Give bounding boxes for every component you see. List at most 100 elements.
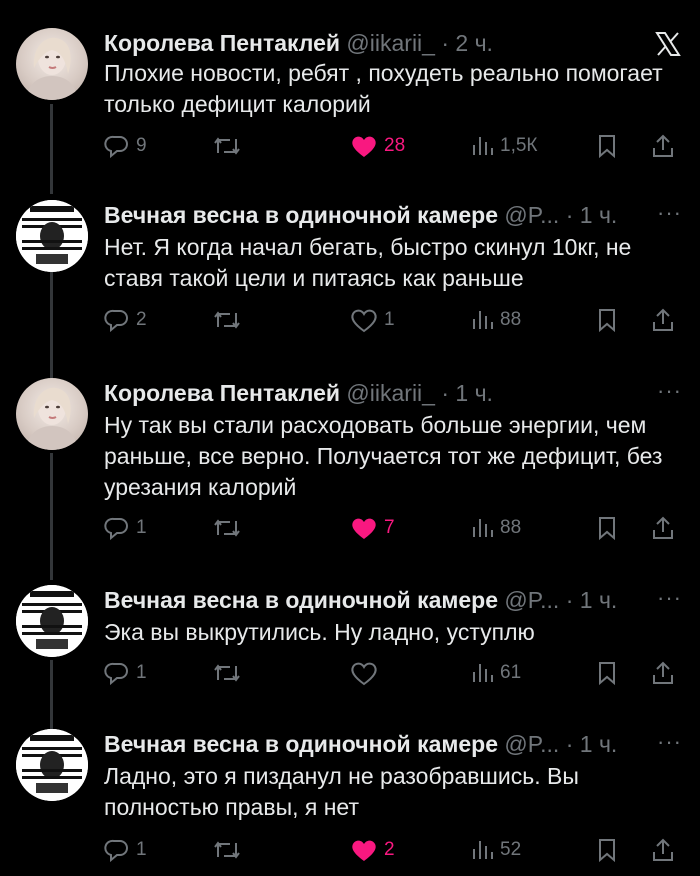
reply-icon xyxy=(104,309,128,333)
thread-line xyxy=(50,104,53,194)
reply-button[interactable]: 1 xyxy=(104,511,147,545)
author-handle[interactable]: @P... xyxy=(504,587,559,613)
share-button[interactable] xyxy=(650,511,676,545)
views-icon xyxy=(473,137,493,155)
avatar[interactable] xyxy=(16,200,88,272)
bookmark-icon xyxy=(599,662,615,686)
author-name[interactable]: Королева Пентаклей xyxy=(104,380,340,406)
retweet-icon xyxy=(214,841,240,859)
reply-icon xyxy=(104,135,128,159)
views-count: 1,5К xyxy=(500,135,538,156)
more-icon[interactable]: ··· xyxy=(657,200,682,226)
bookmark-button[interactable] xyxy=(596,833,618,867)
reply-count: 1 xyxy=(136,517,147,538)
heart-icon xyxy=(352,518,376,539)
views-count: 61 xyxy=(500,662,522,683)
like-button[interactable]: 7 xyxy=(350,511,395,545)
avatar[interactable] xyxy=(16,729,88,801)
tweet-text: Эка вы выкрутились. Ну ладно, уступлю xyxy=(104,619,535,645)
reply-button[interactable]: 9 xyxy=(104,129,147,163)
reply-count: 1 xyxy=(136,839,147,860)
reply-icon xyxy=(104,662,128,686)
share-button[interactable] xyxy=(650,303,676,337)
action-bar: 1 2 52 xyxy=(104,833,684,867)
thread-line xyxy=(50,272,53,380)
retweet-button[interactable] xyxy=(212,129,242,163)
views-icon xyxy=(473,519,493,537)
views-button[interactable]: 61 xyxy=(470,656,521,690)
bookmark-icon xyxy=(599,309,615,333)
timestamp[interactable]: · 1 ч. xyxy=(566,587,618,613)
author-name[interactable]: Королева Пентаклей xyxy=(104,30,340,56)
reply-button[interactable]: 2 xyxy=(104,303,147,337)
heart-icon xyxy=(351,662,377,686)
share-button[interactable] xyxy=(650,656,676,690)
more-icon[interactable]: ··· xyxy=(657,729,682,755)
reply-icon xyxy=(104,517,128,541)
heart-icon xyxy=(352,136,376,157)
author-handle[interactable]: @iikarii_ xyxy=(346,30,435,56)
retweet-icon xyxy=(214,664,240,682)
more-icon[interactable]: ··· xyxy=(657,378,682,404)
author-name[interactable]: Вечная весна в одиночной камере xyxy=(104,202,498,228)
like-button[interactable]: 28 xyxy=(350,129,405,163)
retweet-button[interactable] xyxy=(212,511,242,545)
share-button[interactable] xyxy=(650,833,676,867)
like-count: 28 xyxy=(384,135,406,156)
avatar[interactable] xyxy=(16,585,88,657)
timestamp[interactable]: · 1 ч. xyxy=(566,202,618,228)
retweet-button[interactable] xyxy=(212,833,242,867)
bookmark-button[interactable] xyxy=(596,656,618,690)
timestamp[interactable]: · 1 ч. xyxy=(566,731,618,757)
avatar[interactable] xyxy=(16,378,88,450)
reply-icon xyxy=(104,839,128,863)
views-count: 88 xyxy=(500,517,522,538)
like-count: 2 xyxy=(384,839,395,860)
views-button[interactable]: 88 xyxy=(470,511,521,545)
reply-button[interactable]: 1 xyxy=(104,656,147,690)
tweet-header: Вечная весна в одиночной камере @P... · … xyxy=(104,200,617,230)
reply-count: 1 xyxy=(136,662,147,683)
views-button[interactable]: 52 xyxy=(470,833,521,867)
views-button[interactable]: 88 xyxy=(470,303,521,337)
share-button[interactable] xyxy=(650,129,676,163)
bookmark-button[interactable] xyxy=(596,129,618,163)
tweet-text: Плохие новости, ребят , похудеть реально… xyxy=(104,60,663,117)
avatar[interactable] xyxy=(16,28,88,100)
bookmark-button[interactable] xyxy=(596,511,618,545)
tweet-header: Королева Пентаклей @iikarii_ · 2 ч. xyxy=(104,28,493,58)
author-handle[interactable]: @P... xyxy=(504,202,559,228)
like-count: 1 xyxy=(384,309,395,330)
tweet-header: Вечная весна в одиночной камере @P... · … xyxy=(104,585,617,615)
views-icon xyxy=(473,664,493,682)
share-icon xyxy=(653,308,673,331)
timestamp[interactable]: · 2 ч. xyxy=(441,30,493,56)
retweet-button[interactable] xyxy=(212,656,242,690)
reply-button[interactable]: 1 xyxy=(104,833,147,867)
bookmark-icon xyxy=(599,839,615,863)
share-icon xyxy=(653,838,673,861)
share-icon xyxy=(653,661,673,684)
tweet-text: Нет. Я когда начал бегать, быстро скинул… xyxy=(104,234,632,291)
like-button[interactable]: 2 xyxy=(350,833,395,867)
bookmark-button[interactable] xyxy=(596,303,618,337)
reply-count: 2 xyxy=(136,309,147,330)
heart-icon xyxy=(351,309,377,333)
author-handle[interactable]: @P... xyxy=(504,731,559,757)
share-icon xyxy=(653,134,673,157)
author-name[interactable]: Вечная весна в одиночной камере xyxy=(104,587,498,613)
reply-count: 9 xyxy=(136,135,147,156)
author-name[interactable]: Вечная весна в одиночной камере xyxy=(104,731,498,757)
views-button[interactable]: 1,5К xyxy=(470,129,537,163)
timestamp[interactable]: · 1 ч. xyxy=(441,380,493,406)
retweet-button[interactable] xyxy=(212,303,242,337)
thread-line xyxy=(50,453,53,580)
like-button[interactable] xyxy=(350,656,384,690)
tweet-header: Вечная весна в одиночной камере @P... · … xyxy=(104,729,617,759)
views-icon xyxy=(473,841,493,859)
heart-icon xyxy=(352,840,376,861)
like-button[interactable]: 1 xyxy=(350,303,395,337)
author-handle[interactable]: @iikarii_ xyxy=(346,380,435,406)
more-icon[interactable]: ··· xyxy=(657,585,682,611)
like-count: 7 xyxy=(384,517,395,538)
